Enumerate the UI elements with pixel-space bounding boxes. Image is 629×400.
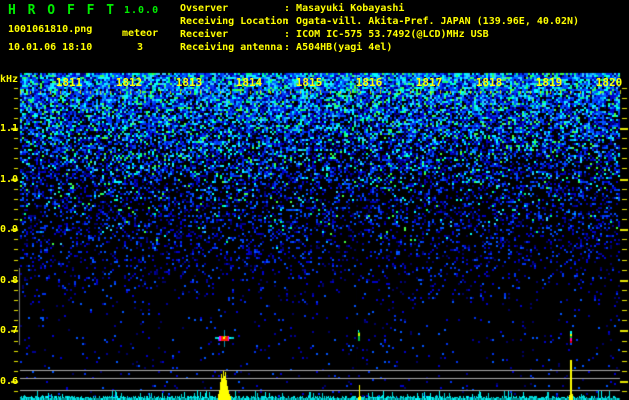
station-info-value: ICOM IC-575 53.7492(@LCD)MHz USB xyxy=(296,29,489,40)
station-info-row: Receiving antenna: A504HB(yagi 4el) xyxy=(180,41,579,54)
x-time-label: 1812 xyxy=(115,76,143,89)
mode-label: meteor xyxy=(122,28,159,39)
y-tick-label: 0.7 xyxy=(0,325,19,336)
file-name: 1001061810.png xyxy=(8,24,93,35)
x-time-label: 1816 xyxy=(355,76,383,89)
label-value-separator: : xyxy=(284,3,297,14)
x-time-label: 1815 xyxy=(295,76,323,89)
x-time-label: 1813 xyxy=(175,76,203,89)
y-tick-label: 0.8 xyxy=(0,275,19,286)
meteor-count-value: 3 xyxy=(137,42,144,53)
station-info-row: Receiver: ICOM IC-575 53.7492(@LCD)MHz U… xyxy=(180,28,579,41)
y-tick-label: 1.1 xyxy=(0,123,19,134)
hrofft-output: H R O F F T 1.0.0 1001061810.png meteor … xyxy=(0,0,629,400)
x-time-label: 1820 xyxy=(595,76,623,89)
label-value-separator: : xyxy=(284,42,297,53)
y-tick-label: 1.0 xyxy=(0,174,19,185)
file-datetime: 10.01.06 18:10 xyxy=(8,42,93,53)
y-axis-unit-label: kHz xyxy=(0,74,19,85)
x-time-label: 1819 xyxy=(535,76,563,89)
spectrogram-canvas xyxy=(0,0,629,400)
app-title: H R O F F T xyxy=(8,3,117,18)
station-info-value: Ogata-vill. Akita-Pref. JAPAN (139.96E, … xyxy=(296,16,580,27)
station-info-value: Masayuki Kobayashi xyxy=(296,3,405,14)
station-info-row: Receiving Location: Ogata-vill. Akita-Pr… xyxy=(180,15,579,28)
station-info-label: Ovserver xyxy=(180,3,229,14)
station-info-block: Ovserver: Masayuki Kobayashi Receiving Lo… xyxy=(180,2,579,54)
y-tick-label: 0.6 xyxy=(0,376,19,387)
x-time-label: 1811 xyxy=(55,76,83,89)
y-tick-label: 0.9 xyxy=(0,224,19,235)
app-version: 1.0.0 xyxy=(124,5,160,16)
station-info-value: A504HB(yagi 4el) xyxy=(296,42,393,53)
x-time-label: 1814 xyxy=(235,76,263,89)
label-value-separator: : xyxy=(284,29,297,40)
station-info-label: Receiving antenna xyxy=(180,42,283,53)
station-info-label: Receiver xyxy=(180,29,229,40)
x-time-label: 1818 xyxy=(475,76,503,89)
station-info-row: Ovserver: Masayuki Kobayashi xyxy=(180,2,579,15)
station-info-label: Receiving Location xyxy=(180,16,289,27)
x-time-label: 1817 xyxy=(415,76,443,89)
label-value-separator: : xyxy=(284,16,297,27)
